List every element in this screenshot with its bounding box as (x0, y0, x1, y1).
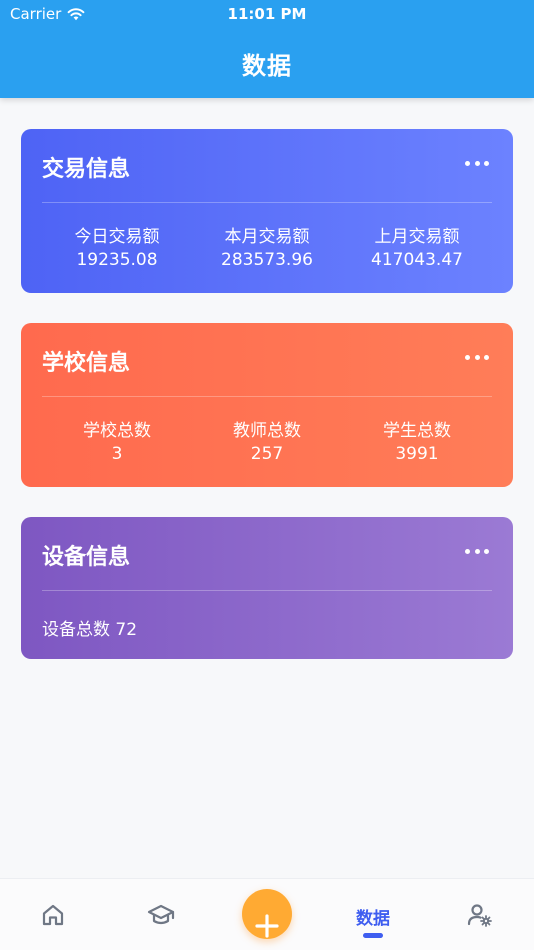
stat-student-count: 学生总数 3991 (342, 420, 492, 466)
stat-today-transactions: 今日交易额 19235.08 (42, 226, 192, 272)
app-header: Carrier 11:01 PM 数据 (0, 0, 534, 98)
stat-label: 今日交易额 (74, 227, 160, 247)
tab-school[interactable] (111, 879, 211, 950)
tab-data[interactable]: 数据 (323, 879, 423, 950)
stat-label: 学生总数 (383, 421, 451, 441)
add-button[interactable] (242, 889, 292, 939)
more-options-icon[interactable] (465, 161, 489, 167)
active-tab-indicator (363, 933, 383, 938)
stat-value: 257 (250, 444, 284, 464)
user-settings-icon (467, 904, 492, 927)
bottom-tab-bar: 数据 (0, 878, 534, 950)
stat-school-count: 学校总数 3 (42, 420, 192, 466)
card-title: 设备信息 (42, 545, 131, 570)
home-icon (42, 904, 64, 926)
tab-data-label: 数据 (356, 909, 390, 929)
device-total: 设备总数 72 (42, 620, 138, 640)
stat-value: 3991 (395, 444, 439, 464)
page-title: 数据 (242, 52, 292, 80)
stats-row: 今日交易额 19235.08 本月交易额 283573.96 上月交易额 417… (42, 226, 492, 272)
stat-value: 19235.08 (76, 250, 158, 270)
more-options-icon[interactable] (465, 355, 489, 361)
tab-add[interactable] (217, 879, 317, 950)
plus-icon (255, 913, 279, 938)
stat-label: 上月交易额 (374, 227, 460, 247)
card-divider (42, 202, 492, 203)
stat-month-transactions: 本月交易额 283573.96 (192, 226, 342, 272)
device-info-card: 设备信息 设备总数 72 (21, 517, 513, 659)
stat-label: 学校总数 (83, 421, 151, 441)
tab-home[interactable] (3, 879, 103, 950)
stat-teacher-count: 教师总数 257 (192, 420, 342, 466)
status-time: 11:01 PM (227, 5, 307, 23)
stat-label: 教师总数 (233, 421, 301, 441)
card-divider (42, 396, 492, 397)
transaction-info-card: 交易信息 今日交易额 19235.08 本月交易额 283573.96 上月交易… (21, 129, 513, 293)
card-divider (42, 590, 492, 591)
more-options-icon[interactable] (465, 549, 489, 555)
tab-settings[interactable] (430, 879, 530, 950)
card-title: 学校信息 (42, 351, 131, 376)
stat-value: 3 (111, 444, 123, 464)
stat-value: 417043.47 (371, 250, 463, 270)
school-info-card: 学校信息 学校总数 3 教师总数 257 学生总数 3991 (21, 323, 513, 487)
stat-last-month-transactions: 上月交易额 417043.47 (342, 226, 492, 272)
stat-label: 本月交易额 (224, 227, 310, 247)
stats-row: 学校总数 3 教师总数 257 学生总数 3991 (42, 420, 492, 466)
graduation-cap-icon (147, 904, 175, 925)
stat-value: 283573.96 (221, 250, 313, 270)
status-bar: Carrier 11:01 PM (0, 0, 534, 28)
card-title: 交易信息 (42, 157, 131, 182)
